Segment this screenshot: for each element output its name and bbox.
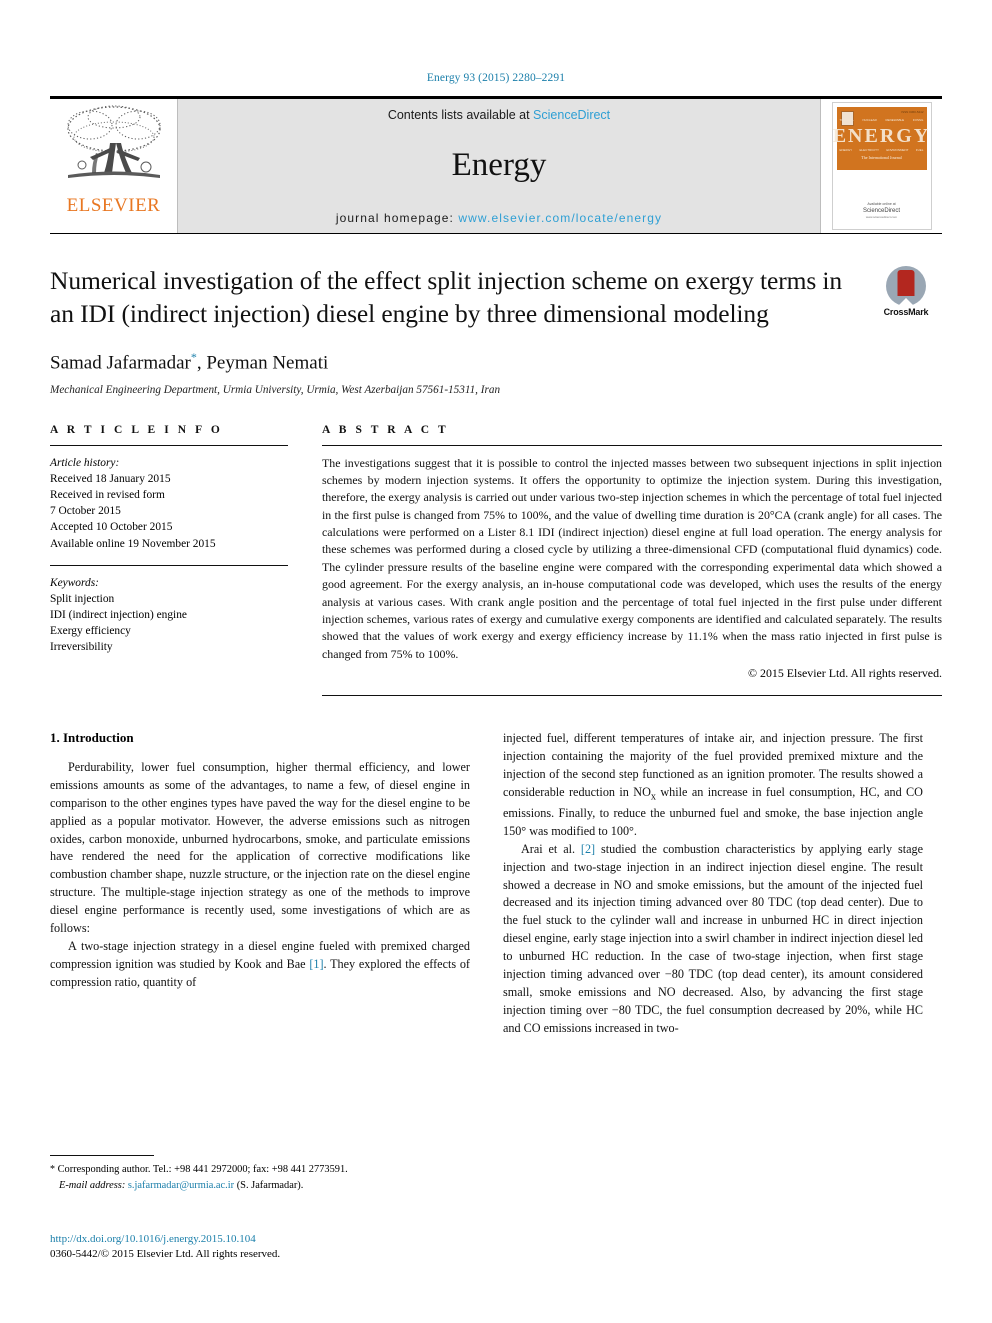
section-heading-introduction: 1. Introduction xyxy=(50,730,134,746)
journal-cover-thumbnail: ISSN 0360-5442 THERMAL NUCLEAR RENEWABLE… xyxy=(820,99,942,233)
body-column-left: 1. Introduction Perdurability, lower fue… xyxy=(50,730,470,1037)
abstract-copyright: © 2015 Elsevier Ltd. All rights reserved… xyxy=(748,666,942,681)
divider xyxy=(50,444,288,446)
keyword-item: Exergy efficiency xyxy=(50,625,131,638)
citation-link-1[interactable]: [1] xyxy=(309,957,323,971)
abstract-column: A B S T R A C T The investigations sugge… xyxy=(322,424,942,697)
page-title: Numerical investigation of the effect sp… xyxy=(50,266,843,329)
divider xyxy=(322,695,942,697)
author-secondary: , Peyman Nemati xyxy=(196,352,329,374)
author-list: Samad Jafarmadar*, Peyman Nemati xyxy=(50,350,942,374)
running-head: Energy 93 (2015) 2280–2291 xyxy=(426,72,566,84)
homepage-prefix: journal homepage: xyxy=(335,211,459,225)
cover-label-fossil: FOSSIL xyxy=(912,118,924,122)
cover-energy-title: ENERGY xyxy=(832,125,931,147)
journal-masthead: ELSEVIER Contents lists available at Sci… xyxy=(50,96,942,234)
cover-issn: ISSN 0360-5442 xyxy=(901,110,924,114)
journal-title: Energy xyxy=(451,147,547,183)
email-note: E-mail address: s.jafarmadar@urmia.ac.ir… xyxy=(50,1178,470,1193)
paragraph-text: studied the combustion characteristics b… xyxy=(503,841,923,1035)
title-block: Numerical investigation of the effect sp… xyxy=(50,264,942,396)
contents-prefix: Contents lists available at xyxy=(387,108,534,122)
journal-homepage-line: journal homepage: www.elsevier.com/locat… xyxy=(336,211,662,225)
divider xyxy=(322,444,942,446)
abstract-heading: A B S T R A C T xyxy=(322,423,449,436)
article-history-label: Article history: xyxy=(50,456,120,469)
article-info-heading: A R T I C L E I N F O xyxy=(50,423,223,436)
crossmark-icon xyxy=(886,266,926,306)
cover-image: ISSN 0360-5442 THERMAL NUCLEAR RENEWABLE… xyxy=(831,102,932,230)
cover-tagline: The International Journal xyxy=(861,155,902,160)
cover-label-nuclear: NUCLEAR xyxy=(862,118,877,122)
paragraph: Perdurability, lower fuel consumption, h… xyxy=(50,760,470,935)
article-page: Energy 93 (2015) 2280–2291 ELSEVIER Cont… xyxy=(0,0,992,1323)
paragraph: Arai et al. [2] studied the combustion c… xyxy=(503,841,923,1038)
issn-copyright-line: 0360-5442/© 2015 Elsevier Ltd. All right… xyxy=(50,1248,281,1261)
abstract-text: The investigations suggest that it is po… xyxy=(322,455,942,661)
crossmark-badge[interactable]: CrossMark xyxy=(870,266,942,317)
cover-label-electricity: ELECTRICITY xyxy=(859,148,879,152)
citation-link-2[interactable]: [2] xyxy=(581,842,595,856)
history-item: Received in revised form xyxy=(50,488,165,501)
body-column-right: injected fuel, different temperatures of… xyxy=(503,730,923,1037)
cover-label-thermal: THERMAL xyxy=(839,118,854,122)
info-abstract-section: A R T I C L E I N F O Article history: R… xyxy=(50,424,942,697)
sciencedirect-link[interactable]: ScienceDirect xyxy=(533,108,610,122)
elsevier-tree-icon xyxy=(60,103,168,195)
email-owner: (S. Jafarmadar). xyxy=(236,1179,304,1191)
crossmark-label: CrossMark xyxy=(883,307,929,317)
author-primary: Samad Jafarmadar xyxy=(50,352,191,374)
email-label: E-mail address: xyxy=(59,1179,126,1191)
divider xyxy=(50,564,288,566)
corresponding-author-text: Corresponding author. Tel.: +98 441 2972… xyxy=(55,1164,348,1175)
masthead-center: Contents lists available at ScienceDirec… xyxy=(178,99,820,233)
paragraph: injected fuel, different temperatures of… xyxy=(503,730,923,841)
keyword-item: Split injection xyxy=(50,592,115,605)
history-item: Received 18 January 2015 xyxy=(50,472,171,485)
keyword-item: IDI (indirect injection) engine xyxy=(50,609,187,622)
cover-label-renewable: RENEWABLE xyxy=(885,118,905,122)
article-info-column: A R T I C L E I N F O Article history: R… xyxy=(50,424,288,697)
cover-available-at: Available online at xyxy=(867,202,896,206)
body-columns: 1. Introduction Perdurability, lower fue… xyxy=(50,730,942,1037)
elsevier-wordmark: ELSEVIER xyxy=(66,195,161,216)
history-item: Accepted 10 October 2015 xyxy=(50,521,173,534)
doi-block: http://dx.doi.org/10.1016/j.energy.2015.… xyxy=(50,1232,550,1263)
doi-link[interactable]: http://dx.doi.org/10.1016/j.energy.2015.… xyxy=(50,1232,550,1247)
paragraph-text: Arai et al. xyxy=(521,841,581,856)
author-affiliation: Mechanical Engineering Department, Urmia… xyxy=(50,383,501,396)
divider xyxy=(50,1155,154,1156)
cover-sciencedirect: ScienceDirect xyxy=(862,208,900,214)
cover-top-labels: THERMAL NUCLEAR RENEWABLE FOSSIL xyxy=(840,118,924,122)
elsevier-logo: ELSEVIER xyxy=(50,99,178,233)
contents-available-line: Contents lists available at ScienceDirec… xyxy=(388,108,610,122)
paragraph: A two-stage injection strategy in a dies… xyxy=(50,938,470,992)
cover-sciencedirect-url: www.sciencedirect.com xyxy=(865,215,898,219)
cover-bottom-labels: ENERGY ELECTRICITY ENVIRONMENT FUEL xyxy=(840,148,924,152)
keyword-item: Irreversibility xyxy=(50,641,113,654)
cover-footer: Available online at ScienceDirect www.sc… xyxy=(833,202,931,219)
cover-label-energy: ENERGY xyxy=(839,148,853,152)
corresponding-author-note: * Corresponding author. Tel.: +98 441 29… xyxy=(50,1162,470,1178)
cover-label-fuel: FUEL xyxy=(915,148,924,152)
homepage-url-link[interactable]: www.elsevier.com/locate/energy xyxy=(458,211,662,225)
history-item: 7 October 2015 xyxy=(50,505,121,518)
footnote-block: * Corresponding author. Tel.: +98 441 29… xyxy=(50,1155,470,1193)
email-link[interactable]: s.jafarmadar@urmia.ac.ir xyxy=(128,1180,234,1191)
cover-label-environment: ENVIRONMENT xyxy=(886,148,909,152)
keywords-label: Keywords: xyxy=(50,576,99,589)
history-item: Available online 19 November 2015 xyxy=(50,537,216,550)
